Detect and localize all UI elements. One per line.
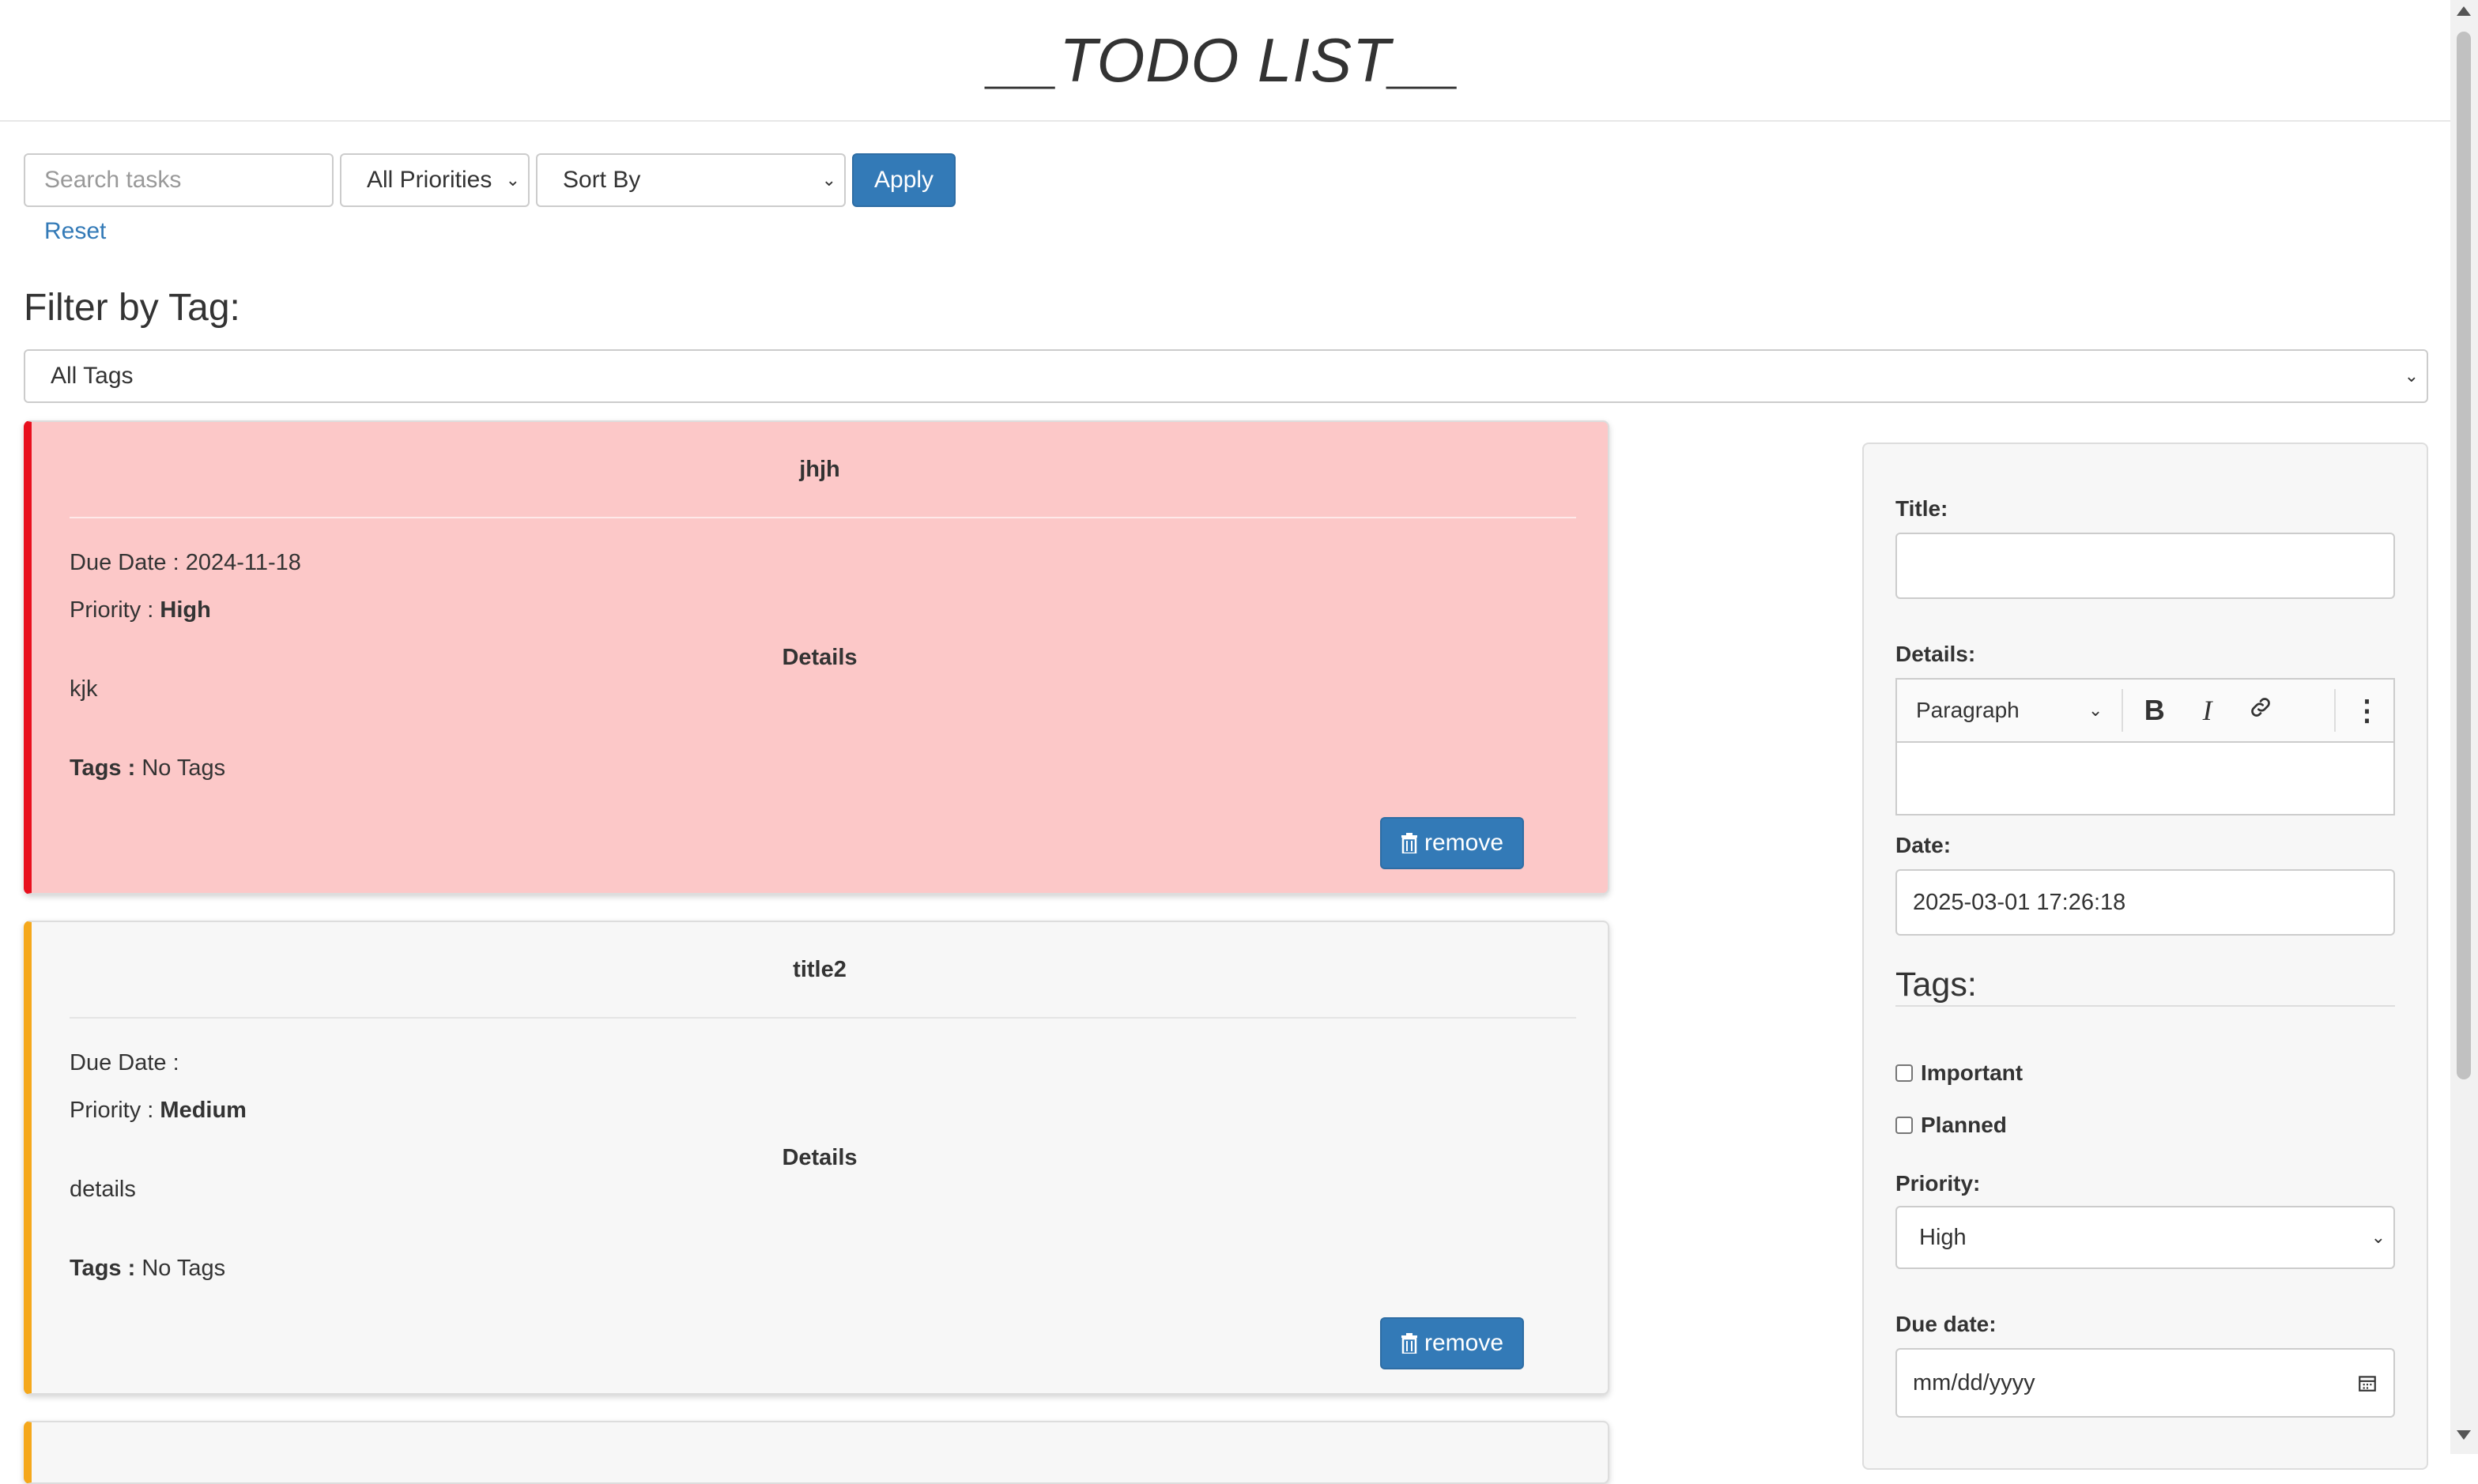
chevron-down-icon: ⌄ xyxy=(2371,1227,2386,1247)
remove-label: remove xyxy=(1424,1330,1504,1356)
due-date-label: Due date: xyxy=(1895,1312,1997,1336)
tag-option-label: Planned xyxy=(1921,1113,2007,1137)
sort-value: Sort By xyxy=(563,167,641,193)
divider xyxy=(70,1017,1576,1019)
priority-select[interactable]: High ⌄ xyxy=(1895,1206,2395,1269)
remove-button[interactable]: remove xyxy=(1380,1317,1524,1369)
task-card xyxy=(24,1421,1609,1484)
tag-filter-select[interactable]: All Tags ⌄ xyxy=(24,349,2428,403)
priority-select-value: High xyxy=(1919,1224,1967,1250)
priority-label: Priority : xyxy=(70,597,154,623)
link-icon[interactable] xyxy=(2234,694,2287,727)
chevron-down-icon: ⌄ xyxy=(821,170,836,190)
scroll-down-arrow[interactable] xyxy=(2457,1430,2471,1440)
details-editor[interactable]: Paragraph ⌄ B I ⋮ xyxy=(1895,678,2395,815)
scrollbar-thumb[interactable] xyxy=(2457,32,2471,1079)
editor-toolbar: Paragraph ⌄ B I ⋮ xyxy=(1897,680,2393,743)
task-tags: Tags : No Tags xyxy=(70,755,225,782)
due-date-label: Due Date : xyxy=(70,1050,179,1075)
chevron-down-icon: ⌄ xyxy=(2088,700,2103,720)
priority-value: Medium xyxy=(160,1098,247,1123)
priority-filter-select[interactable]: All Priorities ⌄ xyxy=(340,153,530,207)
search-input[interactable]: Search tasks xyxy=(24,153,334,207)
task-due-date: Due Date : xyxy=(70,1050,179,1076)
italic-icon[interactable]: I xyxy=(2181,694,2234,727)
task-card: title2 Due Date : Priority : Medium Deta… xyxy=(24,921,1609,1395)
task-details: kjk xyxy=(70,676,98,702)
tag-option-label: Important xyxy=(1921,1060,2024,1085)
trash-icon xyxy=(1401,1333,1417,1354)
task-priority: Priority : Medium xyxy=(70,1098,247,1124)
task-priority: Priority : High xyxy=(70,597,211,623)
block-format-value: Paragraph xyxy=(1916,698,2020,722)
calendar-icon[interactable] xyxy=(2357,1373,2378,1393)
task-tags: Tags : No Tags xyxy=(70,1256,225,1282)
task-title: jhjh xyxy=(799,457,840,482)
chevron-down-icon: ⌄ xyxy=(2404,366,2419,386)
details-label: Details: xyxy=(1895,642,1976,666)
details-heading: Details xyxy=(782,645,858,670)
bold-icon[interactable]: B xyxy=(2128,694,2181,727)
divider xyxy=(70,517,1576,518)
task-card: jhjh Due Date : 2024-11-18 Priority : Hi… xyxy=(24,420,1609,895)
checkbox[interactable] xyxy=(1895,1117,1913,1134)
task-title: title2 xyxy=(793,957,847,982)
due-date-input[interactable]: mm/dd/yyyy xyxy=(1895,1348,2395,1418)
tag-checkbox-important[interactable]: Important xyxy=(1895,1060,2023,1086)
chevron-down-icon: ⌄ xyxy=(505,170,520,190)
title-label: Title: xyxy=(1895,496,1948,521)
due-date-value: 2024-11-18 xyxy=(185,550,301,575)
date-input[interactable]: 2025-03-01 17:26:18 xyxy=(1895,869,2395,936)
apply-button[interactable]: Apply xyxy=(852,153,956,207)
sort-select[interactable]: Sort By ⌄ xyxy=(536,153,846,207)
page-header: __TODO LIST__ xyxy=(0,0,2450,122)
page-title: __TODO LIST__ xyxy=(989,24,1462,95)
page-scrollbar[interactable] xyxy=(2450,0,2478,1454)
tags-value: No Tags xyxy=(141,755,226,781)
due-date-placeholder: mm/dd/yyyy xyxy=(1913,1369,2035,1395)
toolbar-separator xyxy=(2334,689,2337,732)
tags-label: Tags : xyxy=(70,1256,136,1281)
block-format-select[interactable]: Paragraph ⌄ xyxy=(1897,689,2124,732)
scroll-up-arrow[interactable] xyxy=(2457,6,2471,16)
tag-checkbox-planned[interactable]: Planned xyxy=(1895,1113,2007,1138)
due-date-label: Due Date : xyxy=(70,550,179,575)
priority-value: High xyxy=(160,597,211,623)
tags-label: Tags : xyxy=(70,755,136,781)
reset-link[interactable]: Reset xyxy=(44,218,106,245)
task-details: details xyxy=(70,1177,136,1202)
priority-filter-value: All Priorities xyxy=(367,167,492,193)
tag-filter-value: All Tags xyxy=(51,363,134,389)
remove-button[interactable]: remove xyxy=(1380,817,1524,869)
priority-label: Priority: xyxy=(1895,1171,1981,1196)
tags-heading: Tags: xyxy=(1895,966,1977,1004)
date-label: Date: xyxy=(1895,833,1952,857)
add-task-form: Title: Details: Paragraph ⌄ B I ⋮ Date: … xyxy=(1862,443,2428,1470)
search-toolbar: Search tasks All Priorities ⌄ Sort By ⌄ … xyxy=(24,153,956,207)
more-vertical-icon[interactable]: ⋮ xyxy=(2340,694,2393,727)
tag-filter-heading: Filter by Tag: xyxy=(24,287,240,329)
title-input[interactable] xyxy=(1895,533,2395,599)
details-heading: Details xyxy=(782,1145,858,1170)
trash-icon xyxy=(1401,833,1417,853)
priority-label: Priority : xyxy=(70,1098,154,1123)
divider xyxy=(1895,1005,2395,1007)
remove-label: remove xyxy=(1424,830,1504,856)
checkbox[interactable] xyxy=(1895,1064,1913,1082)
tags-value: No Tags xyxy=(141,1256,226,1281)
task-due-date: Due Date : 2024-11-18 xyxy=(70,550,301,576)
